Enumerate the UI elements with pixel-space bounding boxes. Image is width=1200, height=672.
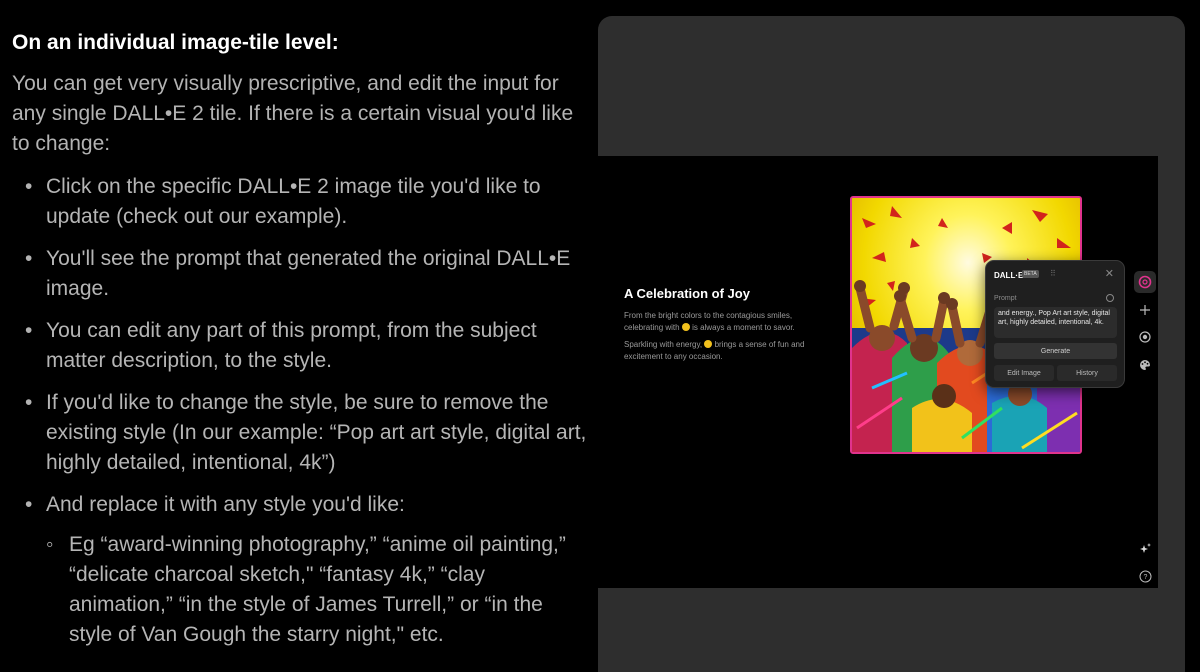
dalle-popup: DALL·E BETA ⠿ ✕ Prompt Generate Edit Ima… [985,260,1125,388]
beta-badge: BETA [1022,270,1039,278]
help-icon[interactable]: ? [1134,565,1156,587]
dalle-title: DALL·E [994,271,1024,280]
list-item: You can edit any part of this prompt, fr… [12,316,587,376]
history-button[interactable]: History [1057,365,1117,381]
intro-paragraph: You can get very visually prescriptive, … [12,72,574,155]
record-icon[interactable] [1134,326,1156,348]
style-examples-list: Eg “award-winning photography,” “anime o… [46,530,587,650]
smile-emoji-icon [681,323,690,331]
article: On an individual image-tile level: You c… [12,28,587,662]
dalle-logo-icon[interactable] [1134,271,1156,293]
preview-panel: A Celebration of Joy From the bright col… [598,16,1185,672]
list-item-text: And replace it with any style you'd like… [46,493,405,516]
card-description-2: Sparkling with energy, brings a sense of… [624,339,824,363]
list-item: If you'd like to change the style, be su… [12,388,587,478]
instructions-list: Click on the specific DALL•E 2 image til… [12,172,587,650]
palette-icon[interactable] [1134,354,1156,376]
svg-text:?: ? [1143,574,1147,581]
prompt-label: Prompt [994,295,1017,302]
prompt-input[interactable] [994,307,1117,338]
sub-list-item: Eg “award-winning photography,” “anime o… [46,530,587,650]
list-item: Click on the specific DALL•E 2 image til… [12,172,587,232]
desc-text: is always a moment to savor. [692,323,795,332]
edit-image-button[interactable]: Edit Image [994,365,1054,381]
list-item: And replace it with any style you'd like… [12,490,587,650]
section-heading: On an individual image-tile level: [12,31,339,54]
slide-canvas: A Celebration of Joy From the bright col… [598,156,1158,588]
desc-text: Sparkling with energy, [624,340,703,349]
sparkle-icon[interactable] [1134,538,1156,560]
generate-button[interactable]: Generate [994,343,1117,359]
card-title: A Celebration of Joy [624,286,750,301]
list-item: You'll see the prompt that generated the… [12,244,587,304]
help-icon[interactable] [1106,294,1114,302]
party-emoji-icon [704,340,713,348]
close-icon[interactable]: ✕ [1105,267,1114,280]
card-description-1: From the bright colors to the contagious… [624,310,824,334]
drag-handle-icon[interactable]: ⠿ [1050,269,1056,278]
plus-icon[interactable] [1134,299,1156,321]
